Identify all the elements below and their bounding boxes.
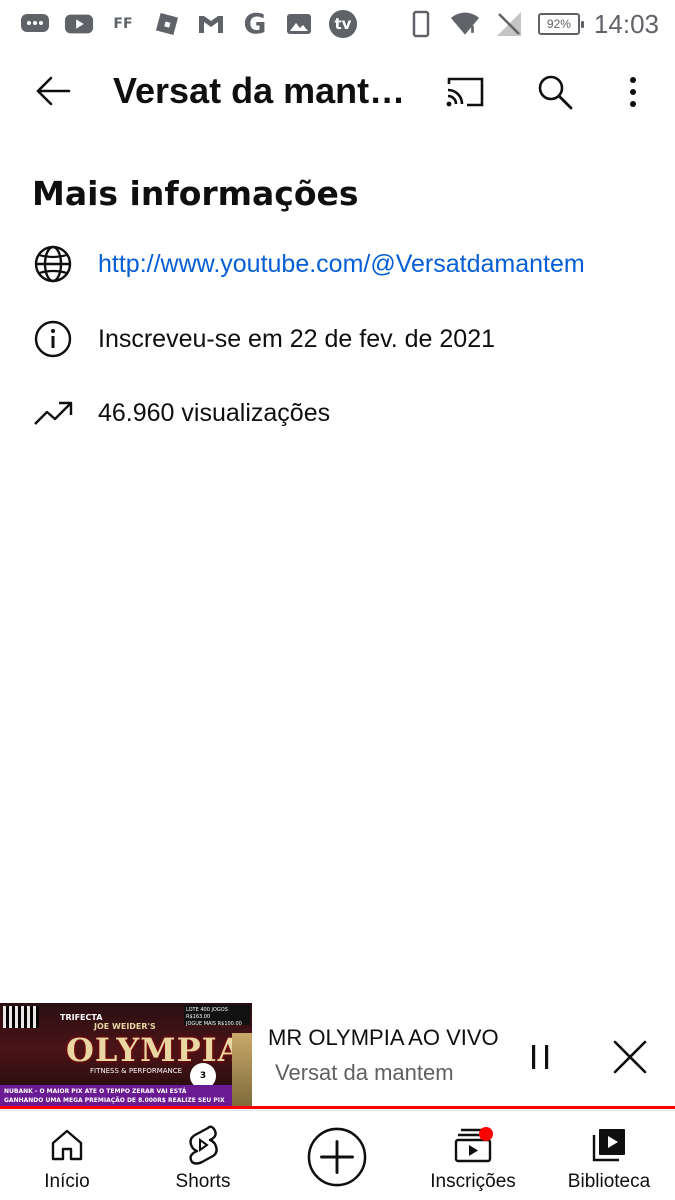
close-button[interactable]: [608, 1035, 652, 1079]
google-text: G: [243, 7, 267, 40]
trending-up-icon: [32, 392, 74, 434]
nav-library-label: Biblioteca: [567, 1171, 651, 1192]
info-icon: [32, 318, 74, 360]
mini-player-title[interactable]: MR OLYMPIA AO VIVO: [268, 1025, 499, 1051]
nav-subscriptions-label: Inscrições: [430, 1171, 516, 1192]
joined-row: Inscreveu-se em 22 de fev. de 2021: [0, 309, 675, 369]
thumbnail-banner-line: NUBANK - O MAIOR PIX ATE O TEMPO ZERAR V…: [4, 1088, 187, 1095]
vibrate-icon: [406, 10, 436, 38]
tv-text: tv: [334, 15, 352, 33]
photos-icon: [284, 10, 314, 38]
search-button[interactable]: [530, 70, 580, 114]
thumbnail-side-text: LOTE 400 JOGOS R$163.00 JOGUE MAIS R$100…: [184, 1005, 250, 1027]
notification-badge: [479, 1127, 493, 1141]
cast-icon: [446, 77, 484, 107]
shorts-icon: [183, 1125, 223, 1165]
create-icon: [307, 1127, 367, 1187]
channel-title: Versat da mant…: [113, 70, 406, 111]
bottom-navigation: Início Shorts Inscrições Biblioteca: [0, 1110, 675, 1200]
search-icon: [538, 75, 573, 110]
thumbnail-heading: OLYMPIA: [66, 1031, 244, 1069]
qr-code: [3, 1006, 39, 1028]
google-icon: G: [240, 10, 270, 38]
roblox-icon: [152, 10, 182, 38]
nav-home-label: Início: [44, 1171, 90, 1192]
battery-indicator: 92%: [537, 13, 584, 35]
video-thumbnail[interactable]: TRIFECTA JOE WEIDER'S OLYMPIA FITNESS & …: [0, 1003, 252, 1107]
mini-player-channel[interactable]: Versat da mantem: [275, 1060, 454, 1086]
more-info-heading: Mais informações: [32, 174, 359, 213]
nav-home[interactable]: Início: [32, 1111, 102, 1200]
mini-player[interactable]: TRIFECTA JOE WEIDER'S OLYMPIA FITNESS & …: [0, 1003, 675, 1107]
youtube-icon: [64, 10, 94, 38]
progress-fill: [0, 1106, 675, 1109]
channel-link[interactable]: http://www.youtube.com/@Versatdamantem: [98, 250, 585, 279]
no-signal-icon: [494, 10, 524, 38]
pause-icon: [532, 1045, 549, 1069]
ff-icon: FF: [108, 10, 138, 38]
nav-shorts-label: Shorts: [175, 1171, 231, 1192]
messages-icon: [20, 10, 50, 38]
thumbnail-banner-line: GANHANDO UMA MEGA PREMIAÇÃO DE 8.000R$ R…: [4, 1097, 225, 1104]
thumbnail-brand: TRIFECTA: [60, 1013, 103, 1022]
ff-text: FF: [113, 16, 133, 32]
view-count: 46.960 visualizações: [98, 398, 331, 427]
nav-subscriptions[interactable]: Inscrições: [426, 1111, 520, 1200]
thumbnail-banner: NUBANK - O MAIOR PIX ATE O TEMPO ZERAR V…: [0, 1085, 232, 1107]
joined-date: Inscreveu-se em 22 de fev. de 2021: [98, 324, 495, 353]
thumbnail-side-art: [232, 1033, 252, 1107]
thumbnail-side-line: JOGUE MAIS R$100.00: [186, 1021, 242, 1027]
thumbnail-side-line: LOTE 400 JOGOS R$163.00: [186, 1007, 228, 1020]
thumbnail-tagline: FITNESS & PERFORMANCE: [90, 1067, 183, 1075]
gmail-icon: [196, 10, 226, 38]
subscriptions-icon: [453, 1125, 493, 1165]
create-button[interactable]: [307, 1127, 367, 1187]
thumbnail-subheading: JOE WEIDER'S: [94, 1022, 156, 1031]
pause-button[interactable]: [518, 1035, 562, 1079]
close-icon: [613, 1040, 647, 1074]
views-row: 46.960 visualizações: [0, 383, 675, 443]
globe-icon: [32, 243, 74, 285]
more-vert-icon: [630, 77, 636, 107]
nav-shorts[interactable]: Shorts: [162, 1111, 244, 1200]
channel-link-row[interactable]: http://www.youtube.com/@Versatdamantem: [0, 234, 675, 294]
nav-library[interactable]: Biblioteca: [562, 1111, 656, 1200]
back-button[interactable]: [28, 68, 78, 114]
playback-progress[interactable]: [0, 1106, 675, 1109]
tv-icon: tv: [328, 9, 358, 39]
wifi-icon: [450, 10, 480, 38]
notification-icons: FF G tv: [20, 9, 406, 39]
status-bar: FF G tv 92% 14:03: [0, 0, 675, 48]
clock: 14:03: [593, 8, 659, 39]
system-icons: 92% 14:03: [406, 9, 659, 40]
cast-button[interactable]: [440, 70, 490, 114]
home-icon: [47, 1125, 87, 1165]
library-icon: [589, 1125, 629, 1165]
back-arrow-icon: [36, 76, 71, 106]
app-bar: Versat da mant…: [0, 56, 675, 126]
more-options-button[interactable]: [610, 70, 656, 114]
